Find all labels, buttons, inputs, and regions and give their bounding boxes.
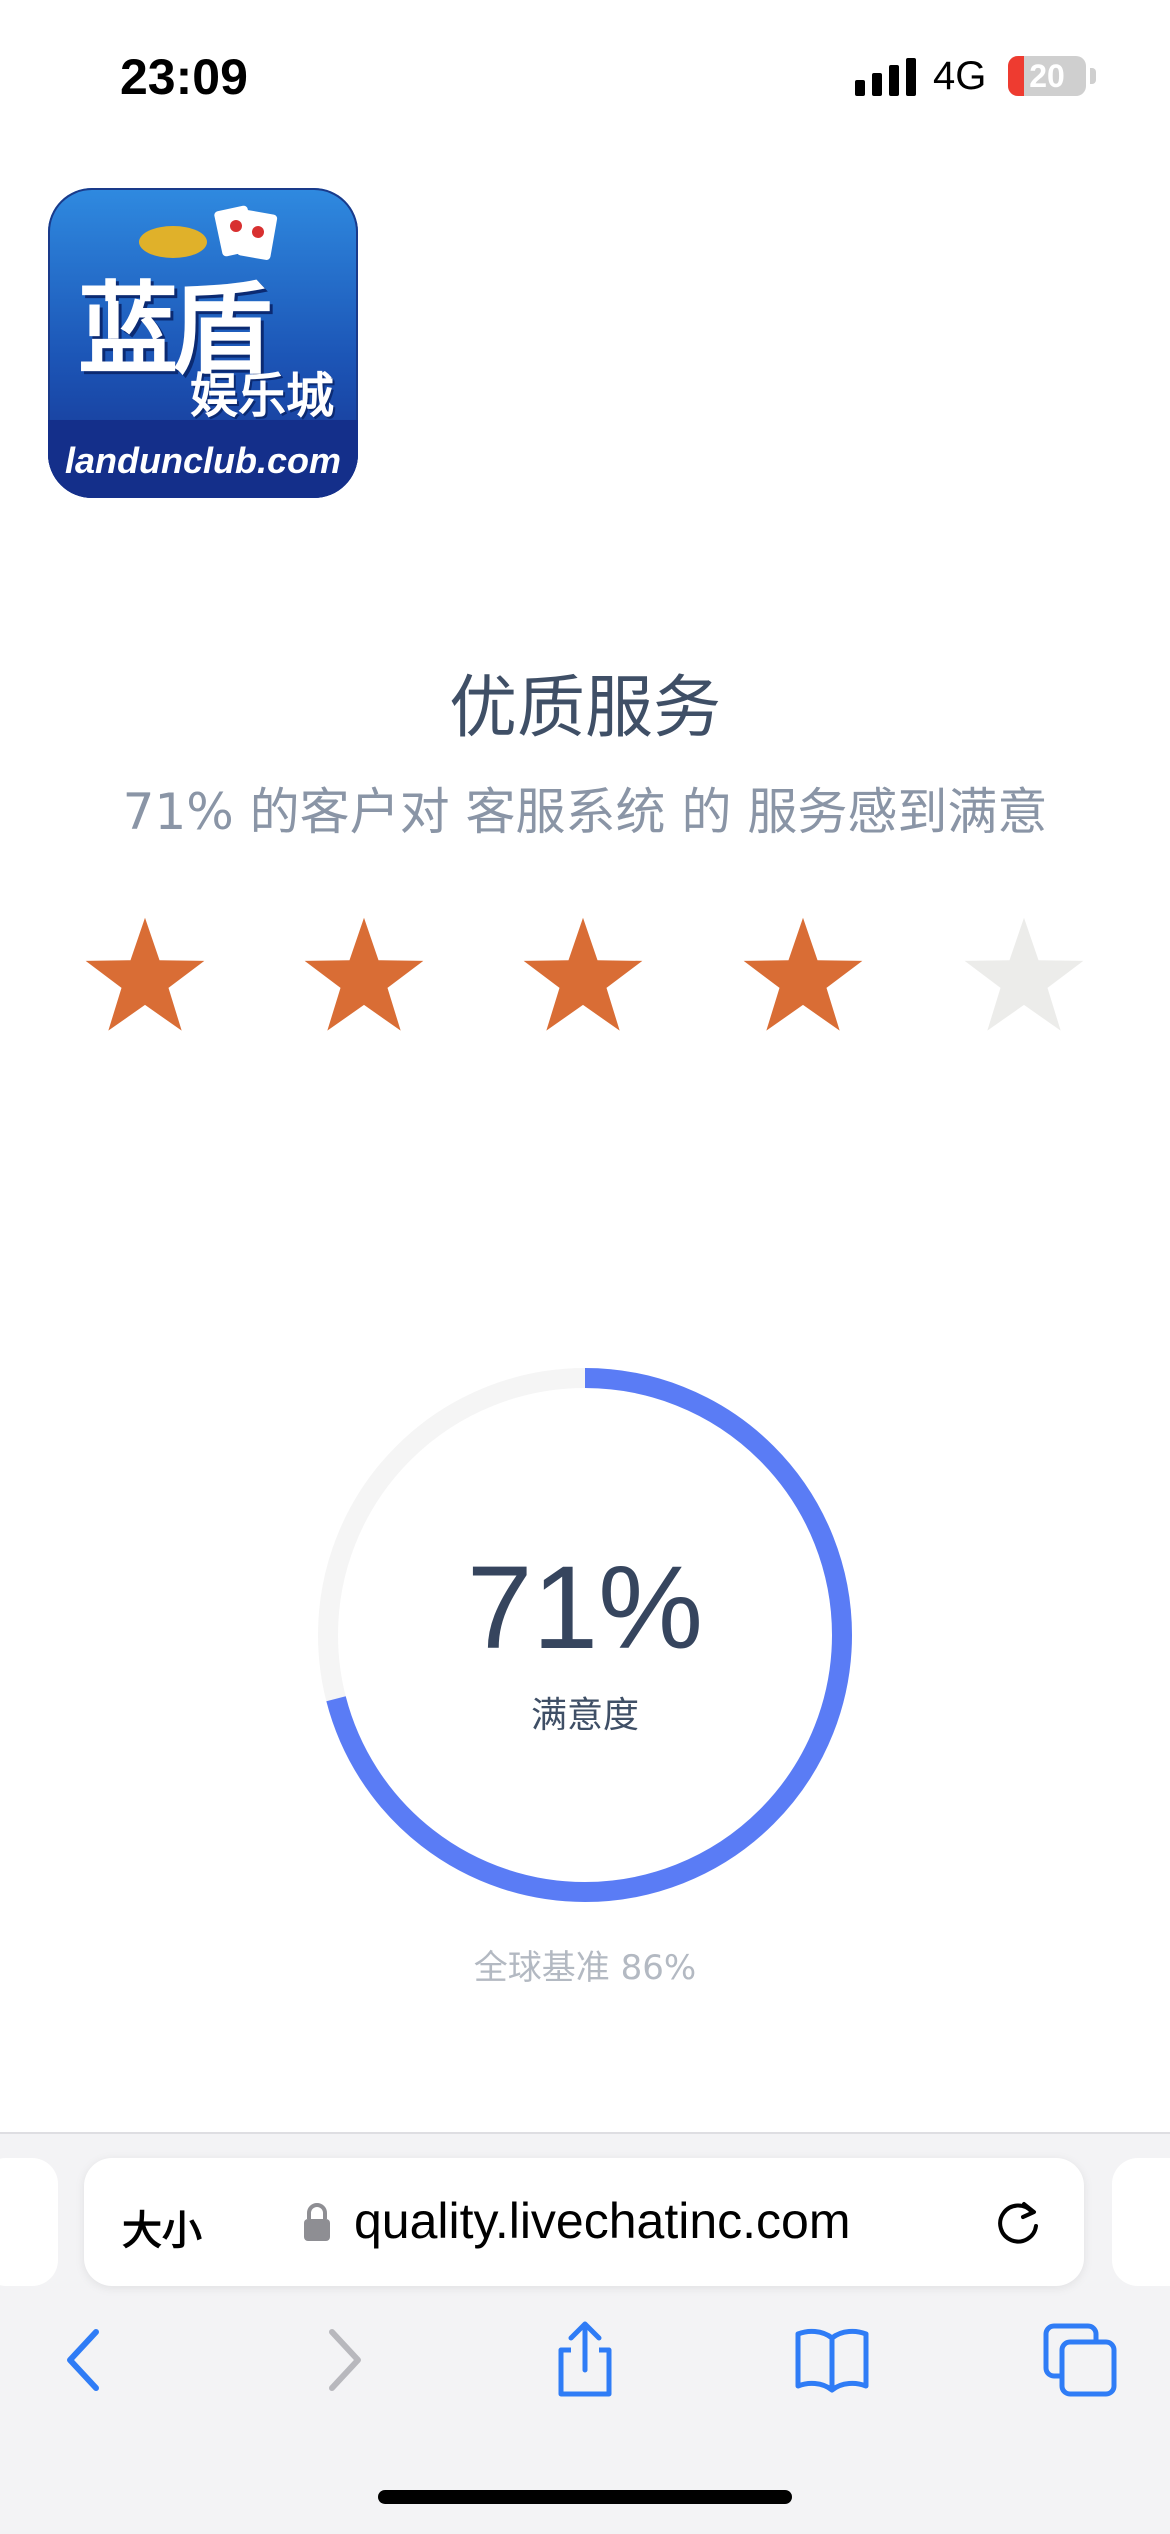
forward-icon[interactable] bbox=[300, 2320, 380, 2400]
address-bar[interactable]: 大小 quality.livechatinc.com bbox=[84, 2158, 1084, 2286]
tabs-icon[interactable] bbox=[1040, 2320, 1120, 2400]
status-time: 23:09 bbox=[120, 49, 248, 105]
star-icon bbox=[85, 917, 205, 1031]
gauge-label: 满意度 bbox=[530, 1695, 639, 1736]
page-title: 优质服务 bbox=[448, 669, 721, 748]
previous-tab-preview[interactable] bbox=[0, 2158, 58, 2286]
cellular-signal-icon bbox=[855, 58, 916, 96]
lock-icon bbox=[304, 2203, 330, 2241]
star-icon bbox=[964, 917, 1084, 1031]
next-tab-preview[interactable] bbox=[1112, 2158, 1170, 2286]
bookmarks-icon[interactable] bbox=[792, 2320, 872, 2400]
star-icon bbox=[743, 917, 863, 1031]
page-subtitle: 71% 的客户对 客服系统 的 服务感到满意 bbox=[122, 783, 1048, 841]
text-size-button[interactable]: 大小 bbox=[122, 2198, 202, 2256]
brand-logo: 蓝盾 娱乐城 landunclub.com bbox=[48, 188, 358, 498]
reload-icon[interactable] bbox=[992, 2196, 1044, 2248]
star-rating bbox=[0, 910, 1170, 1040]
home-indicator bbox=[378, 2490, 792, 2504]
network-type: 4G bbox=[933, 54, 987, 98]
global-benchmark: 全球基准 86% bbox=[473, 1948, 697, 1988]
share-icon[interactable] bbox=[545, 2320, 625, 2400]
status-bar: 23:09 4G 20 bbox=[0, 0, 1170, 150]
back-icon[interactable] bbox=[48, 2320, 128, 2400]
star-icon bbox=[304, 917, 424, 1031]
battery-nub bbox=[1090, 68, 1096, 84]
logo-domain: landunclub.com bbox=[64, 440, 341, 481]
battery-level: 20 bbox=[1029, 58, 1065, 94]
url-text[interactable]: quality.livechatinc.com bbox=[354, 2192, 851, 2250]
battery-icon: 20 bbox=[1008, 56, 1086, 96]
star-icon bbox=[523, 917, 643, 1031]
logo-sub-text: 娱乐城 bbox=[190, 368, 335, 424]
gauge-value: 71% bbox=[466, 1542, 704, 1674]
